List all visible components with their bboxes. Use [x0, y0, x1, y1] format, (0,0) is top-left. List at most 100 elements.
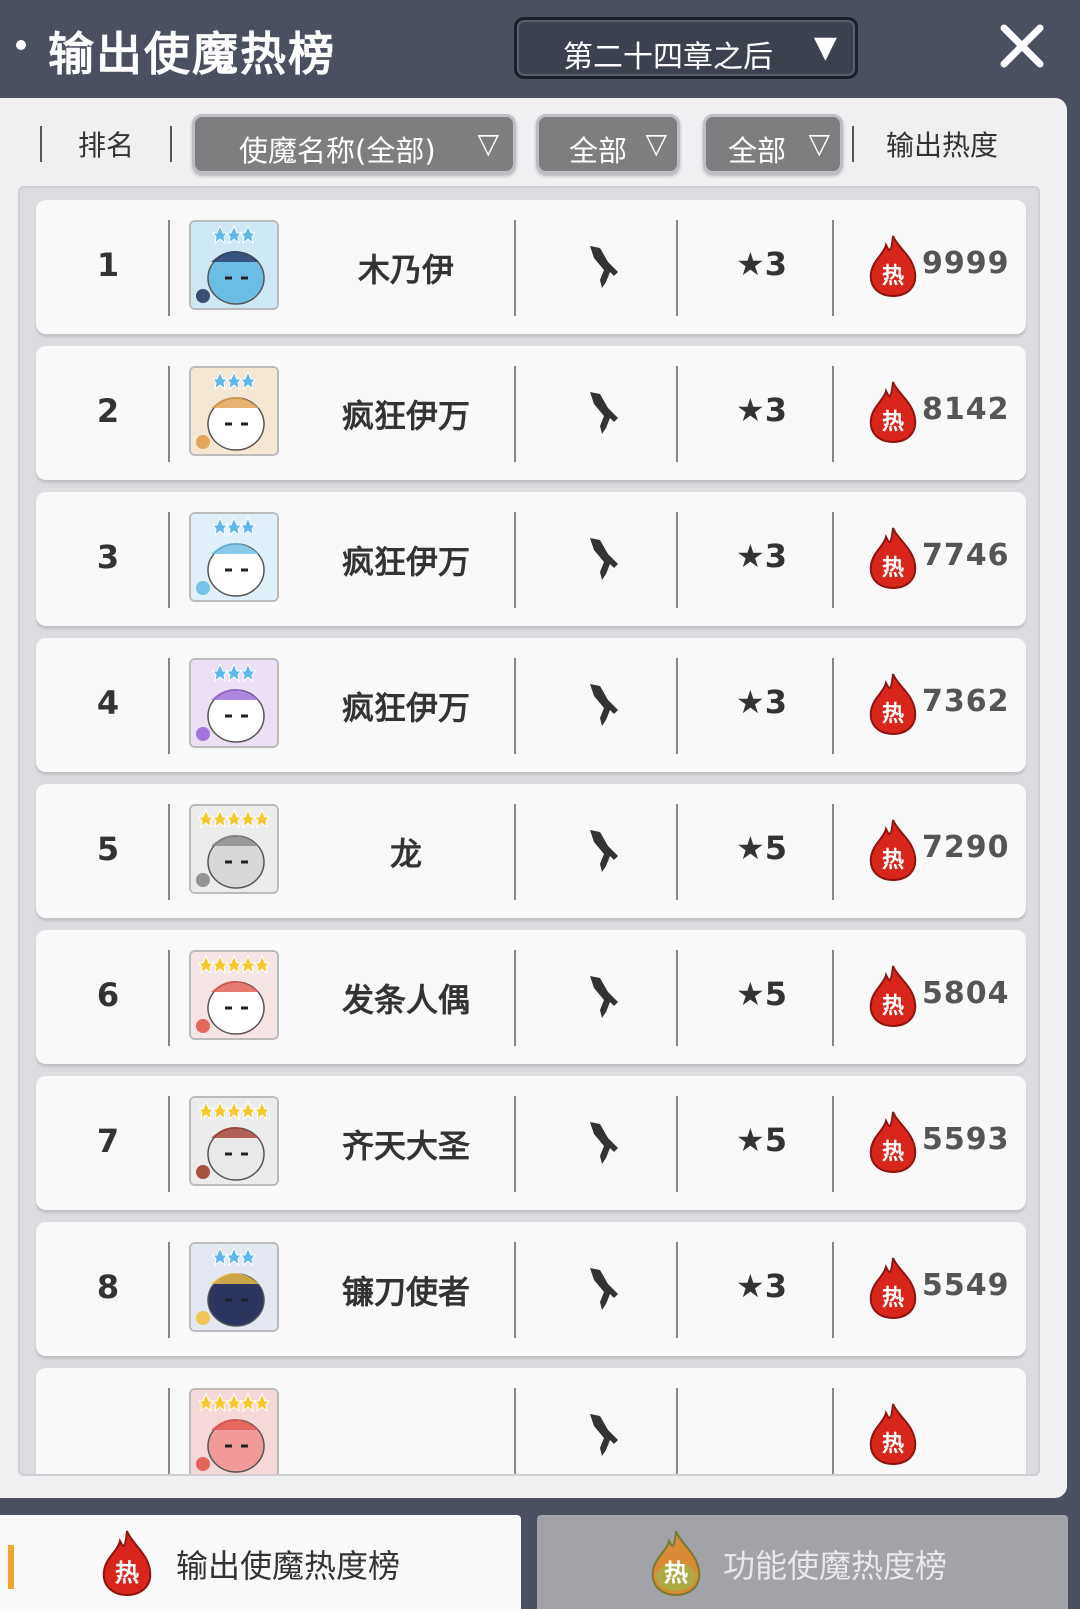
- tab-output-ranking[interactable]: 热 输出使魔热度榜: [0, 1515, 521, 1609]
- fire-heat-icon: 热: [866, 964, 920, 1028]
- dropdown-triangle-icon: ▽: [645, 127, 667, 160]
- sword-attack-icon: [584, 388, 624, 438]
- svg-text:热: 热: [882, 1285, 904, 1311]
- fire-heat-icon: 热: [98, 1529, 156, 1597]
- ranking-list[interactable]: 1 木乃伊 ★3 热 9999 2 疯狂伊万 ★3 热 8142 3 疯狂伊万 …: [18, 186, 1040, 1476]
- familiar-avatar: [189, 658, 279, 748]
- familiar-avatar: [189, 1096, 279, 1186]
- type-filter-dropdown[interactable]: 全部 ▽: [536, 114, 680, 174]
- heat-value: 5549: [922, 1268, 1010, 1303]
- rank-number: 5: [96, 830, 120, 868]
- fire-heat-icon: 热: [866, 1110, 920, 1174]
- dropdown-triangle-icon: ▽: [477, 127, 499, 160]
- row-divider: [168, 512, 170, 608]
- name-filter-label: 使魔名称(全部): [239, 134, 436, 168]
- fire-heat-icon: 热: [866, 526, 920, 590]
- type-filter-label: 全部: [569, 134, 628, 168]
- star-rating: ★3: [736, 537, 787, 575]
- header-bar: 输出使魔热榜 第二十四章之后 ▼: [0, 0, 1080, 100]
- fire-heat-icon: 热: [647, 1529, 705, 1597]
- fire-heat-icon: 热: [866, 672, 920, 736]
- ranking-panel: 排名 使魔名称(全部) ▽ 全部 ▽ 全部 ▽ 输出热度 1 木乃伊 ★3 热 …: [0, 98, 1067, 1498]
- star-filter-label: 全部: [728, 134, 787, 168]
- row-divider: [168, 1388, 170, 1474]
- rank-number: 1: [96, 246, 120, 284]
- familiar-avatar: [189, 804, 279, 894]
- table-row[interactable]: 2 疯狂伊万 ★3 热 8142: [36, 346, 1026, 480]
- row-divider: [514, 804, 516, 900]
- fire-heat-icon: 热: [866, 1256, 920, 1320]
- table-row[interactable]: 5 龙 ★5 热 7290: [36, 784, 1026, 918]
- star-rating: ★3: [736, 1267, 787, 1305]
- close-button[interactable]: [996, 20, 1048, 72]
- row-divider: [168, 1096, 170, 1192]
- row-divider: [168, 950, 170, 1046]
- row-divider: [676, 1242, 678, 1338]
- heat-value: 7290: [922, 830, 1010, 865]
- row-divider: [168, 366, 170, 462]
- svg-text:热: 热: [882, 701, 904, 727]
- star-rating: ★3: [736, 683, 787, 721]
- svg-text:热: 热: [882, 1139, 904, 1165]
- fire-heat-icon: 热: [866, 1402, 920, 1466]
- familiar-name: 木乃伊: [357, 251, 454, 289]
- familiar-avatar: [189, 366, 279, 456]
- tab-output-label: 输出使魔热度榜: [176, 1547, 401, 1585]
- svg-text:热: 热: [882, 263, 904, 289]
- row-divider: [676, 1096, 678, 1192]
- table-row[interactable]: 4 疯狂伊万 ★3 热 7362: [36, 638, 1026, 772]
- table-row[interactable]: 6 发条人偶 ★5 热 5804: [36, 930, 1026, 1064]
- row-divider: [514, 512, 516, 608]
- row-divider: [676, 804, 678, 900]
- table-row[interactable]: 热: [36, 1368, 1026, 1474]
- heat-value: 8142: [922, 392, 1010, 427]
- familiar-name: 齐天大圣: [341, 1127, 470, 1165]
- table-row[interactable]: 3 疯狂伊万 ★3 热 7746: [36, 492, 1026, 626]
- star-rating: ★5: [736, 975, 787, 1013]
- row-divider: [168, 658, 170, 754]
- familiar-avatar: [189, 950, 279, 1040]
- row-divider: [832, 1242, 834, 1338]
- star-rating: ★3: [736, 245, 787, 283]
- table-row[interactable]: 8 镰刀使者 ★3 热 5549: [36, 1222, 1026, 1356]
- chapter-select-dropdown[interactable]: 第二十四章之后 ▼: [514, 17, 858, 79]
- page-title: 输出使魔热榜: [48, 27, 336, 81]
- column-header: 排名 使魔名称(全部) ▽ 全部 ▽ 全部 ▽ 输出热度: [0, 98, 1067, 186]
- row-divider: [676, 658, 678, 754]
- familiar-avatar: [189, 220, 279, 310]
- rank-number: 7: [96, 1122, 120, 1160]
- rank-number: 2: [96, 392, 120, 430]
- sword-attack-icon: [584, 826, 624, 876]
- star-filter-dropdown[interactable]: 全部 ▽: [703, 114, 843, 174]
- row-divider: [676, 220, 678, 316]
- row-divider: [676, 1388, 678, 1474]
- fire-heat-icon: 热: [866, 380, 920, 444]
- familiar-avatar: [189, 512, 279, 602]
- header-divider: [852, 126, 854, 162]
- row-divider: [514, 1096, 516, 1192]
- fire-heat-icon: 热: [866, 234, 920, 298]
- heat-value: 7362: [922, 684, 1010, 719]
- row-divider: [832, 950, 834, 1046]
- table-row[interactable]: 7 齐天大圣 ★5 热 5593: [36, 1076, 1026, 1210]
- tab-function-label: 功能使魔热度榜: [723, 1547, 948, 1585]
- table-row[interactable]: 1 木乃伊 ★3 热 9999: [36, 200, 1026, 334]
- header-divider: [170, 126, 172, 162]
- row-divider: [832, 804, 834, 900]
- heat-column-label: 输出热度: [886, 129, 999, 162]
- familiar-name: 疯狂伊万: [341, 689, 470, 727]
- tab-function-ranking[interactable]: 热 功能使魔热度榜: [537, 1515, 1068, 1609]
- chapter-select-value: 第二十四章之后: [563, 40, 773, 75]
- row-divider: [514, 1388, 516, 1474]
- row-divider: [832, 658, 834, 754]
- name-filter-dropdown[interactable]: 使魔名称(全部) ▽: [192, 114, 516, 174]
- svg-text:热: 热: [664, 1559, 688, 1587]
- row-divider: [832, 1388, 834, 1474]
- familiar-name: 发条人偶: [341, 981, 470, 1019]
- row-divider: [514, 658, 516, 754]
- rank-column-label: 排名: [78, 129, 135, 162]
- row-divider: [676, 366, 678, 462]
- svg-text:热: 热: [882, 1431, 904, 1457]
- row-divider: [832, 220, 834, 316]
- svg-text:热: 热: [882, 409, 904, 435]
